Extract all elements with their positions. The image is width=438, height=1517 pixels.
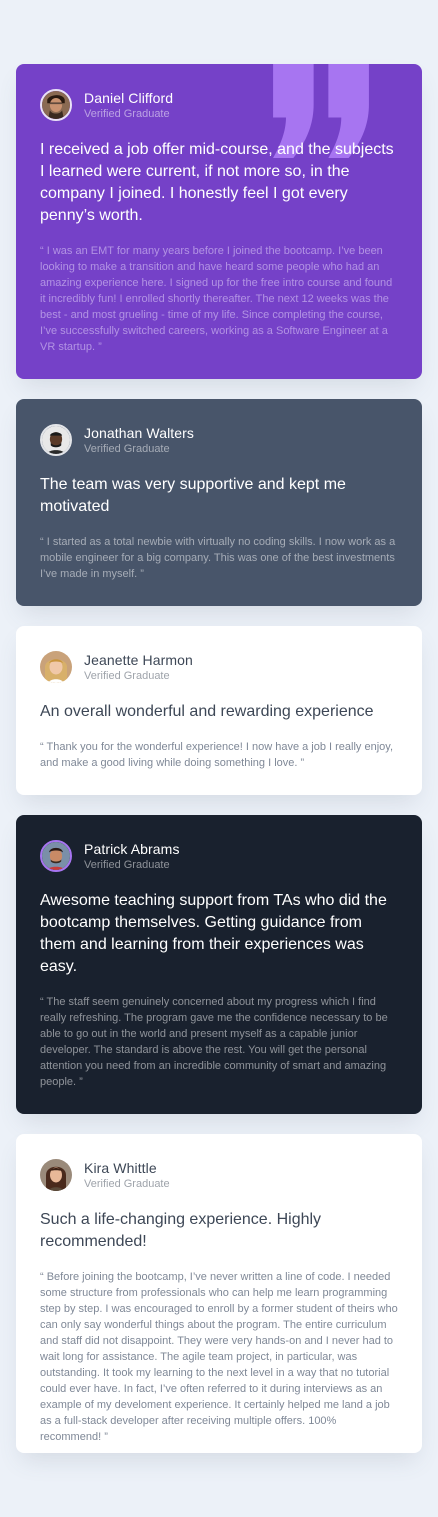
- author-role: Verified Graduate: [84, 442, 170, 455]
- testimonial-body: “ The staff seem genuinely concerned abo…: [40, 996, 388, 1088]
- avatar-daniel-icon: [40, 89, 72, 121]
- testimonial-card-patrick: Patrick Abrams Verified Graduate Awesome…: [16, 815, 422, 1114]
- author-name: Patrick Abrams: [84, 840, 180, 857]
- testimonial-headline: I received a job offer mid-course, and t…: [40, 141, 394, 224]
- testimonial-card-kira: Kira Whittle Verified Graduate Such a li…: [16, 1134, 422, 1453]
- author-info: Patrick Abrams Verified Graduate: [84, 841, 180, 872]
- author-name: Kira Whittle: [84, 1159, 157, 1176]
- author-role: Verified Graduate: [84, 669, 170, 682]
- testimonial-header: Jeanette Harmon Verified Graduate: [40, 651, 398, 683]
- testimonial-body: “ Thank you for the wonderful experience…: [40, 741, 394, 769]
- author-name: Daniel Clifford: [84, 89, 174, 106]
- testimonial-header: Patrick Abrams Verified Graduate: [40, 840, 398, 872]
- author-info: Kira Whittle Verified Graduate: [84, 1160, 170, 1191]
- avatar-jonathan-icon: [40, 424, 72, 456]
- testimonial-header: Jonathan Walters Verified Graduate: [40, 424, 398, 456]
- testimonial-headline: An overall wonderful and rewarding exper…: [40, 703, 374, 720]
- testimonial-header: Daniel Clifford Verified Graduate: [40, 89, 398, 121]
- testimonial-headline: Such a life-changing experience. Highly …: [40, 1211, 322, 1250]
- author-role: Verified Graduate: [84, 107, 170, 120]
- author-info: Daniel Clifford Verified Graduate: [84, 90, 173, 121]
- author-name: Jonathan Walters: [84, 424, 195, 441]
- testimonial-card-daniel: Daniel Clifford Verified Graduate I rece…: [16, 64, 422, 379]
- testimonial-header: Kira Whittle Verified Graduate: [40, 1159, 398, 1191]
- avatar-jeanette-icon: [40, 651, 72, 683]
- testimonial-body: “ Before joining the bootcamp, I’ve neve…: [40, 1271, 398, 1443]
- author-name: Jeanette Harmon: [84, 651, 193, 668]
- testimonial-card-jonathan: Jonathan Walters Verified Graduate The t…: [16, 399, 422, 606]
- testimonial-headline: Awesome teaching support from TAs who di…: [40, 892, 387, 975]
- author-role: Verified Graduate: [84, 858, 170, 871]
- testimonial-headline: The team was very supportive and kept me…: [40, 476, 346, 515]
- avatar-patrick-icon: [40, 840, 72, 872]
- testimonial-body: “ I started as a total newbie with virtu…: [40, 536, 396, 580]
- avatar-kira-icon: [40, 1159, 72, 1191]
- author-role: Verified Graduate: [84, 1177, 170, 1190]
- testimonials-grid: Daniel Clifford Verified Graduate I rece…: [0, 0, 438, 1453]
- testimonial-card-jeanette: Jeanette Harmon Verified Graduate An ove…: [16, 626, 422, 795]
- author-info: Jonathan Walters Verified Graduate: [84, 425, 194, 456]
- testimonial-body: “ I was an EMT for many years before I j…: [40, 245, 393, 353]
- author-info: Jeanette Harmon Verified Graduate: [84, 652, 193, 683]
